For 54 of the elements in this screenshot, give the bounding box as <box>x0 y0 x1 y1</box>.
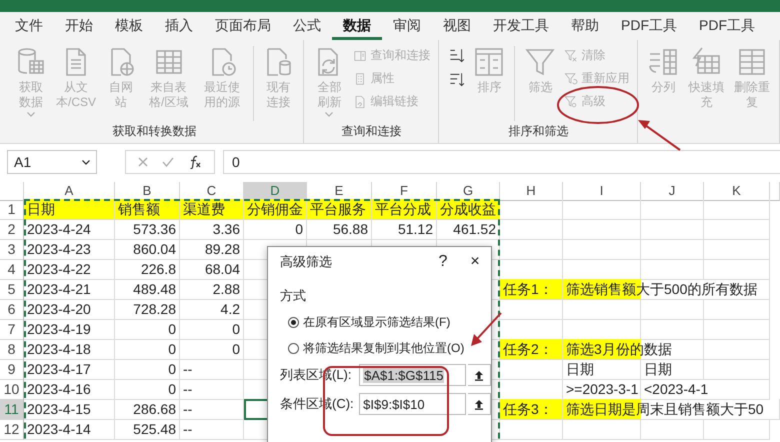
table-cell: 2023-4-23 <box>24 239 115 260</box>
table-cell: 51.12 <box>372 219 437 240</box>
table-cell: 2023-4-16 <box>24 379 115 400</box>
table-cell: 渠道费 <box>180 199 244 220</box>
table-cell: 任务2： <box>500 339 563 360</box>
table-cell: 89.28 <box>180 239 244 260</box>
group-label: 查询和连接 <box>341 124 402 138</box>
table-cell: 56.88 <box>307 219 372 240</box>
section-label: 方式 <box>280 288 306 303</box>
table-cell: 2023-4-24 <box>24 219 115 240</box>
table-cell: 573.36 <box>115 219 180 240</box>
table-cell: 日期 <box>24 199 115 220</box>
table-cell: 平台分成 <box>372 199 437 220</box>
table-cell: 68.04 <box>180 259 244 280</box>
table-cell: -- <box>180 359 244 380</box>
table-cell: -- <box>180 399 244 420</box>
table-cell: 0 <box>244 219 307 240</box>
table-cell: 728.28 <box>115 299 180 320</box>
table-cell: 2023-4-15 <box>24 399 115 420</box>
table-cell: 0 <box>180 319 244 340</box>
table-cell: <2023-4-1 <box>641 379 770 400</box>
table-cell: 2023-4-17 <box>24 359 115 380</box>
table-cell: 日期 <box>563 359 641 380</box>
table-cell: -- <box>180 379 244 400</box>
table-cell: 分销佣金 <box>244 199 307 220</box>
table-cell: 平台服务 <box>307 199 372 220</box>
table-cell: 286.68 <box>115 399 180 420</box>
dialog-title: 高级筛选 <box>280 253 333 271</box>
table-cell: 489.48 <box>115 279 180 300</box>
table-cell: 860.04 <box>115 239 180 260</box>
table-cell: 2023-4-19 <box>24 319 115 340</box>
table-cell: 0 <box>115 359 180 380</box>
table-cell: 0 <box>115 379 180 400</box>
table-cell: 2023-4-22 <box>24 259 115 280</box>
group-label: 排序和筛选 <box>508 124 568 138</box>
table-cell: 3.36 <box>180 219 244 240</box>
table-cell: 2.88 <box>180 279 244 300</box>
table-cell: 2023-4-14 <box>24 419 115 440</box>
table-cell: 日期 <box>641 359 704 380</box>
table-cell: 2023-4-21 <box>24 279 115 300</box>
table-cell: 4.2 <box>180 299 244 320</box>
group-label: 获取和转换数据 <box>112 124 197 138</box>
table-cell: 2023-4-18 <box>24 339 115 360</box>
table-cell: -- <box>180 419 244 440</box>
table-cell: 0 <box>115 319 180 340</box>
table-cell: 销售额 <box>115 199 180 220</box>
table-cell: 任务1： <box>500 279 563 300</box>
table-cell: 0 <box>180 339 244 360</box>
table-cell: >=2023-3-1 <box>563 379 641 400</box>
table-cell: 226.8 <box>115 259 180 280</box>
table-cell: 任务3： <box>500 399 563 420</box>
table-cell: 0 <box>115 339 180 360</box>
table-cell: 2023-4-20 <box>24 299 115 320</box>
table-cell: 525.48 <box>115 419 180 440</box>
